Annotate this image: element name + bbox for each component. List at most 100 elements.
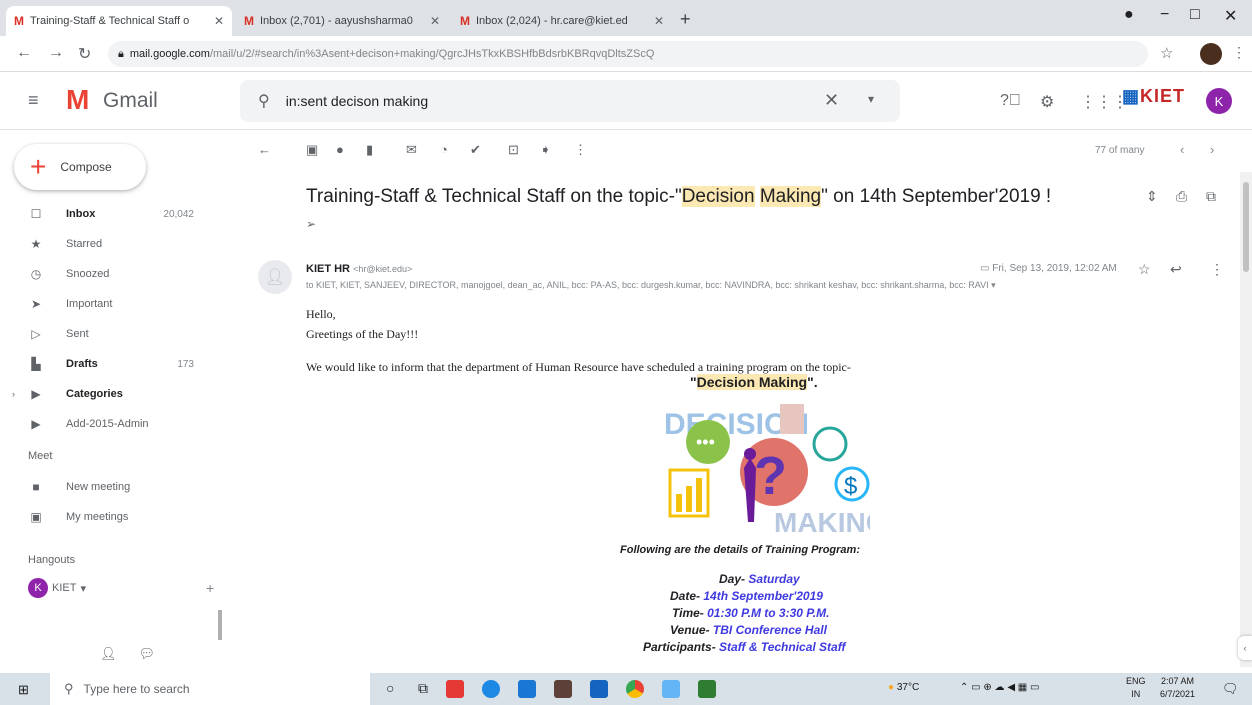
archive-icon[interactable]: ▣ (306, 142, 318, 158)
search-icon[interactable]: ⚲ (258, 91, 270, 111)
taskbar-clock[interactable]: 2:07 AM 6/7/2021 (1160, 675, 1195, 701)
reply-icon[interactable]: ↩ (1170, 261, 1182, 278)
windows-start-icon[interactable]: ⊞ (18, 682, 29, 698)
newer-chevron-icon[interactable]: ‹ (1180, 142, 1184, 157)
help-icon[interactable]: ?⃝ (1000, 92, 1021, 110)
reload-icon[interactable]: ↻ (78, 44, 91, 64)
sidebar-scrollbar[interactable] (218, 610, 222, 640)
clear-search-icon[interactable]: ✕ (824, 90, 839, 111)
more-options-icon[interactable]: ⋮ (574, 142, 587, 158)
office-app-icon[interactable] (446, 680, 464, 698)
chrome-profile-icon[interactable]: ● (1124, 6, 1134, 24)
browser-tab-2[interactable]: M Inbox (2,701) - aayushsharma0 ✕ (236, 6, 448, 36)
add-to-tasks-icon[interactable]: ✔ (470, 142, 481, 158)
print-icon[interactable]: ⎙ (1176, 188, 1187, 205)
sender-name[interactable]: KIET HR (306, 263, 350, 275)
system-tray-icons[interactable]: ⌃ ▭ ⊕ ☁ ◀︎ ▦ ▭ (960, 682, 1039, 693)
sidebar-item-inbox[interactable]: ☐ Inbox 20,042 (0, 199, 230, 229)
settings-gear-icon[interactable]: ⚙ (1040, 92, 1054, 112)
close-window-button[interactable]: ✕ (1224, 6, 1237, 26)
mail-app-icon[interactable] (518, 680, 536, 698)
search-bar[interactable]: ⚲ ✕ ▾ (240, 80, 900, 122)
sidebar-item-label: Add-2015-Admin (66, 418, 149, 430)
recipients-line[interactable]: to KIET, KIET, SANJEEV, DIRECTOR, manojg… (306, 280, 1166, 291)
sidebar-item-my-meetings[interactable]: ▣ My meetings (0, 502, 230, 532)
taskbar-search[interactable]: ⚲ Type here to search (50, 673, 370, 705)
gmail-header: ≡ M Gmail ⚲ ✕ ▾ ?⃝ ⚙ ⋮⋮⋮ ▦KIET K (0, 72, 1252, 130)
organization-logo[interactable]: ▦KIET (1122, 86, 1185, 107)
language-indicator[interactable]: ENG IN (1126, 675, 1146, 701)
avatar: K (28, 578, 48, 598)
edge-browser-icon[interactable] (482, 680, 500, 698)
sidebar-item-starred[interactable]: ★ Starred (0, 229, 230, 259)
sidebar-item-label: Starred (66, 238, 103, 250)
compose-button[interactable]: + Compose (14, 144, 146, 190)
chrome-menu-icon[interactable]: ⋮ (1232, 44, 1246, 61)
detail-time: Time- 01:30 P.M to 3:30 P.M. (672, 606, 830, 620)
profile-avatar[interactable] (1200, 43, 1222, 65)
store-app-icon[interactable] (554, 680, 572, 698)
main-menu-icon[interactable]: ≡ (28, 90, 39, 111)
address-bar[interactable]: 🔒︎ mail.google.com/mail/u/2/#search/in%3… (108, 41, 1148, 67)
back-to-search-icon[interactable]: ← (258, 142, 271, 157)
message-more-icon[interactable]: ⋮ (1210, 261, 1224, 278)
report-spam-icon[interactable]: ● (336, 142, 344, 157)
sidebar-item-new-meeting[interactable]: ■ New meeting (0, 472, 230, 502)
sidebar-item-drafts[interactable]: ▙ Drafts 173 (0, 349, 230, 379)
sidebar-item-categories[interactable]: › ▶ Categories (0, 379, 230, 409)
open-new-window-icon[interactable]: ⧉ (1206, 188, 1216, 205)
compose-label: Compose (60, 160, 112, 174)
weather-widget[interactable]: ● 37°C (888, 682, 919, 693)
sidebar-item-sent[interactable]: ▷ Sent (0, 319, 230, 349)
labels-icon[interactable]: ➧ (540, 142, 551, 158)
side-panel-toggle[interactable]: ‹ (1238, 636, 1252, 660)
apps-grid-icon[interactable]: ⋮⋮⋮ (1080, 92, 1128, 112)
scrollbar-thumb[interactable] (1243, 182, 1249, 272)
browser-tab-3[interactable]: M Inbox (2,024) - hr.care@kiet.ed ✕ (452, 6, 672, 36)
tab-close-icon[interactable]: ✕ (214, 14, 224, 28)
message-scrollbar[interactable] (1240, 172, 1252, 667)
expand-arrow-icon[interactable]: › (12, 389, 15, 399)
excel-app-icon[interactable] (698, 680, 716, 698)
new-tab-button[interactable]: + (680, 9, 691, 30)
expand-all-icon[interactable]: ⇕ (1146, 188, 1158, 205)
delete-icon[interactable]: ▮ (366, 142, 373, 158)
add-hangout-icon[interactable]: + (206, 580, 214, 596)
back-arrow-icon[interactable]: ← (16, 44, 32, 62)
star-message-icon[interactable]: ☆ (1138, 261, 1151, 278)
search-options-icon[interactable]: ▾ (868, 92, 874, 106)
snooze-icon[interactable]: ◔ (440, 142, 448, 157)
move-to-icon[interactable]: ⊡ (508, 142, 519, 158)
maximize-button[interactable]: □ (1190, 6, 1200, 24)
cortana-icon[interactable]: ○ (386, 680, 394, 696)
chat-bubble-icon[interactable]: 💬︎ (139, 646, 156, 662)
person-icon[interactable]: 👤︎ (100, 646, 117, 662)
browser-tab-active[interactable]: M Training-Staff & Technical Staff o ✕ (6, 6, 232, 36)
hangouts-user[interactable]: K KIET ▾ (28, 578, 86, 598)
task-view-icon[interactable]: ⧉ (418, 680, 428, 697)
decision-making-illustration: DECISION MAKING ••• ? $ (664, 404, 870, 536)
important-marker-icon[interactable]: ➢ (306, 217, 316, 231)
draft-count: 173 (177, 358, 194, 370)
search-input[interactable] (285, 93, 806, 109)
sidebar-item-snoozed[interactable]: ◷ Snoozed (0, 259, 230, 289)
forward-arrow-icon[interactable]: → (48, 44, 64, 62)
svg-text:?: ? (754, 446, 787, 506)
older-chevron-icon[interactable]: › (1210, 142, 1214, 157)
sidebar-item-label: My meetings (66, 511, 129, 523)
word-app-icon[interactable] (590, 680, 608, 698)
gmail-logo-icon[interactable]: M (66, 84, 89, 116)
tab-close-icon[interactable]: ✕ (430, 14, 440, 28)
sender-avatar[interactable]: 👤︎ (258, 260, 292, 294)
sidebar-item-add-2015-admin[interactable]: ▶ Add-2015-Admin (0, 409, 230, 439)
mark-unread-icon[interactable]: ✉ (406, 142, 417, 158)
bookmark-star-icon[interactable]: ☆ (1160, 44, 1173, 62)
sidebar-item-important[interactable]: ➤ Important (0, 289, 230, 319)
file-explorer-icon[interactable] (662, 680, 680, 698)
tab-close-icon[interactable]: ✕ (654, 14, 664, 28)
gmail-favicon-icon: M (14, 14, 24, 28)
chrome-app-icon[interactable] (626, 680, 644, 698)
notification-center-icon[interactable]: 🗨︎ (1222, 681, 1239, 697)
minimize-button[interactable]: − (1160, 6, 1169, 24)
account-avatar[interactable]: K (1206, 88, 1232, 114)
